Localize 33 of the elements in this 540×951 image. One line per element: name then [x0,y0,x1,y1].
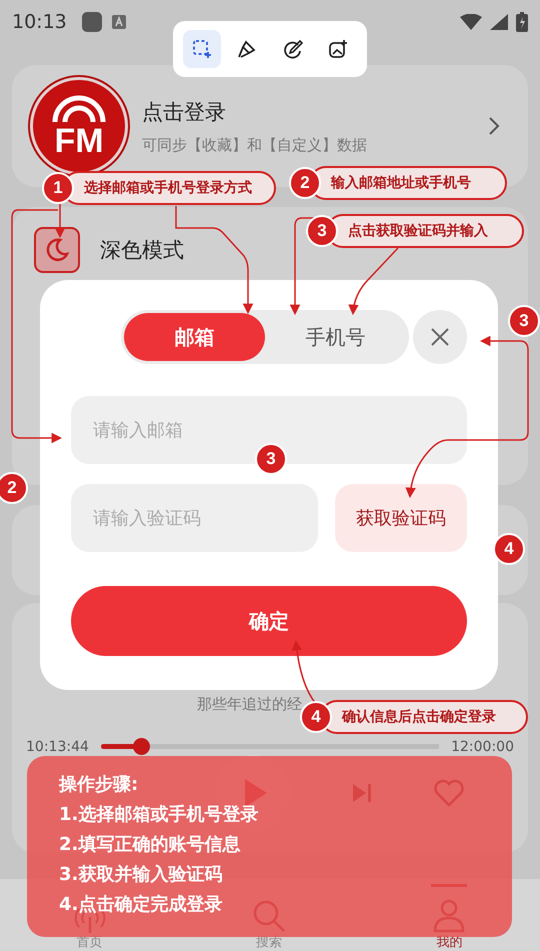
confirm-button[interactable]: 确定 [71,586,467,656]
close-icon [430,327,450,347]
signal-icon [490,14,508,30]
brush-icon [237,39,258,59]
arrow [348,247,399,316]
status-time: 10:13 [12,11,67,33]
step-number-badge: 3 [508,305,540,337]
add-image-icon [328,39,348,59]
moon-icon [34,227,80,273]
step-text: 2.填写正确的账号信息 [59,833,242,857]
step-text: 3.获取并输入验证码 [59,863,224,887]
login-type-tab[interactable]: 手机号 [265,313,406,361]
app-notification-icon [80,11,103,33]
battery-icon [516,12,528,32]
region-select-icon [192,39,212,59]
pen-circle-icon [282,39,303,59]
step-number-badge: 2 [0,472,28,504]
step-text: 4.点击确定完成登录 [59,893,224,917]
get-code-button[interactable]: 获取验证码 [335,484,467,552]
login-title: 点击登录 [142,98,227,126]
step-text: 1.选择邮箱或手机号登录 [59,803,260,827]
login-subtitle: 可同步【收藏】和【自定义】数据 [142,136,368,154]
keyboard-notification-icon [110,14,127,30]
login-type-tab[interactable]: 邮箱 [124,313,265,361]
code-field[interactable]: 请输入验证码 [71,484,318,552]
elapsed-time: 10:13:44 [26,738,89,754]
chevron-right-icon [488,116,500,136]
total-time: 12:00:00 [451,738,514,754]
song-title: 那些年追过的经 [197,695,302,714]
steps-title: 操作步骤: [59,773,140,797]
app-logo: FM [30,77,128,175]
wifi-icon [460,14,482,30]
dark-mode-label: 深色模式 [100,237,184,264]
